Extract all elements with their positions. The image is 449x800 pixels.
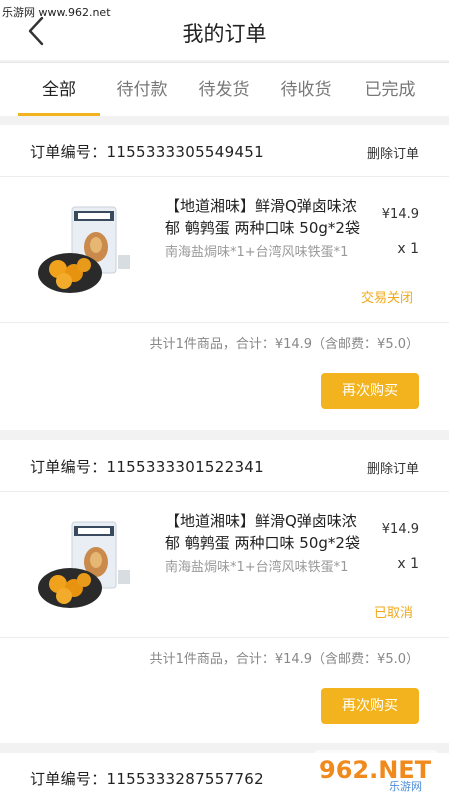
order-summary: 共计1件商品，合计：¥14.9（含邮费：¥5.0） [149, 337, 419, 352]
tab-completed[interactable]: 已完成 [352, 63, 428, 117]
product-name: 【地道湘味】鲜滑Q弹卤味浓郁 鹌鹑蛋 两种口味 50g*2袋 [165, 512, 360, 552]
order-product[interactable]: 【地道湘味】鲜滑Q弹卤味浓郁 鹌鹑蛋 两种口味 50g*2袋 南海盐焗味*1+台… [0, 177, 449, 323]
product-price: ¥14.9 [381, 522, 419, 537]
watermark-logo: 962.NET 乐游网 [311, 748, 441, 794]
active-tab-indicator [18, 113, 100, 116]
order-number: 订单编号：1155333305549451 [30, 143, 264, 161]
order-number: 订单编号：1155333287557762 [30, 770, 264, 788]
product-image [34, 203, 134, 299]
order-card: 订单编号：1155333301522341 删除订单 【地道湘味】鲜滑Q弹卤味浓… [0, 440, 449, 743]
tab-pending-payment[interactable]: 待付款 [104, 63, 180, 117]
product-price: ¥14.9 [381, 207, 419, 222]
watermark-text: 乐游网 www.962.net [2, 6, 111, 19]
order-product[interactable]: 【地道湘味】鲜滑Q弹卤味浓郁 鹌鹑蛋 两种口味 50g*2袋 南海盐焗味*1+台… [0, 492, 449, 638]
buy-again-button[interactable]: 再次购买 [321, 373, 419, 409]
product-quantity: x 1 [397, 556, 419, 572]
product-spec: 南海盐焗味*1+台湾风味铁蛋*1 [165, 560, 349, 575]
product-quantity: x 1 [397, 241, 419, 257]
order-summary: 共计1件商品，合计：¥14.9（含邮费：¥5.0） [149, 652, 419, 667]
watermark-sub: 乐游网 [389, 780, 422, 793]
product-spec: 南海盐焗味*1+台湾风味铁蛋*1 [165, 245, 349, 260]
tab-pending-shipment[interactable]: 待发货 [186, 63, 262, 117]
tab-all[interactable]: 全部 [18, 63, 100, 117]
order-status: 交易关闭 [360, 291, 413, 306]
order-number: 订单编号：1155333301522341 [30, 458, 264, 476]
order-card: 订单编号：1155333305549451 删除订单 【地道湘味】鲜滑Q弹卤味浓… [0, 125, 449, 430]
product-name: 【地道湘味】鲜滑Q弹卤味浓郁 鹌鹑蛋 两种口味 50g*2袋 [165, 197, 360, 237]
order-header: 订单编号：1155333301522341 删除订单 [0, 440, 449, 492]
order-header: 订单编号：1155333305549451 删除订单 [0, 125, 449, 177]
tab-pending-receipt[interactable]: 待收货 [268, 63, 344, 117]
order-status-tabs: 全部 待付款 待发货 待收货 已完成 [0, 62, 449, 116]
order-status: 已取消 [373, 606, 413, 621]
buy-again-button[interactable]: 再次购买 [321, 688, 419, 724]
product-image [34, 518, 134, 614]
page-title: 我的订单 [182, 22, 267, 46]
delete-order-button[interactable]: 删除订单 [367, 143, 419, 162]
delete-order-button[interactable]: 删除订单 [367, 458, 419, 477]
